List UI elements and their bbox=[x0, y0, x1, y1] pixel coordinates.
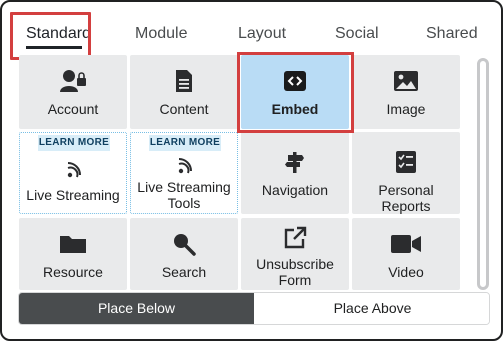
grid-scrollbar[interactable] bbox=[477, 56, 489, 296]
tile-label: Navigation bbox=[261, 182, 329, 198]
tile-label: Search bbox=[161, 264, 207, 280]
tile-label: Resource bbox=[43, 264, 103, 280]
tile-search[interactable]: Search bbox=[130, 218, 238, 290]
scrollbar-thumb[interactable] bbox=[477, 58, 489, 290]
tab-layout[interactable]: Layout bbox=[238, 22, 286, 46]
tile-label: Image bbox=[386, 101, 426, 117]
tile-embed[interactable]: Embed bbox=[241, 55, 349, 129]
tile-label: Unsubscribe Form bbox=[256, 256, 334, 288]
learn-more-badge[interactable]: LEARN MORE bbox=[38, 135, 110, 151]
tile-resource[interactable]: Resource bbox=[19, 218, 127, 290]
account-lock-icon bbox=[19, 69, 127, 93]
tab-module[interactable]: Module bbox=[135, 22, 187, 46]
folder-icon bbox=[19, 232, 127, 256]
live-stream-icon bbox=[20, 157, 126, 181]
tile-navigation[interactable]: Navigation bbox=[241, 132, 349, 214]
checklist-icon bbox=[352, 150, 460, 174]
tab-standard[interactable]: Standard bbox=[26, 22, 91, 46]
tile-label: Content bbox=[159, 101, 209, 117]
tile-personal-reports[interactable]: Personal Reports bbox=[352, 132, 460, 214]
signpost-icon bbox=[241, 150, 349, 174]
tile-label: Video bbox=[388, 264, 424, 280]
search-icon bbox=[130, 232, 238, 256]
tile-live-streaming[interactable]: LEARN MORE Live Streaming bbox=[19, 132, 127, 214]
tile-account[interactable]: Account bbox=[19, 55, 127, 129]
widget-grid[interactable]: Account Content Embed Image LEARN MORE L… bbox=[16, 54, 474, 290]
external-link-icon bbox=[241, 226, 349, 250]
video-camera-icon bbox=[352, 232, 460, 256]
image-icon bbox=[352, 69, 460, 93]
tile-label: Live Streaming bbox=[26, 187, 120, 203]
tile-content[interactable]: Content bbox=[130, 55, 238, 129]
embed-code-icon bbox=[241, 69, 349, 93]
category-tabs: Standard Module Layout Social Shared bbox=[2, 2, 501, 60]
tile-unsubscribe-form[interactable]: Unsubscribe Form bbox=[241, 218, 349, 290]
tab-social[interactable]: Social bbox=[335, 22, 379, 46]
place-above-button[interactable]: Place Above bbox=[254, 293, 489, 324]
tab-shared[interactable]: Shared bbox=[426, 22, 478, 46]
active-tab-underline bbox=[26, 46, 82, 49]
widget-picker-panel: Standard Module Layout Social Shared Acc… bbox=[0, 0, 503, 341]
live-stream-icon bbox=[131, 153, 237, 177]
tile-label: Personal Reports bbox=[378, 182, 434, 214]
document-icon bbox=[130, 69, 238, 93]
tile-label: Embed bbox=[271, 101, 319, 117]
tile-image[interactable]: Image bbox=[352, 55, 460, 129]
tile-label: Account bbox=[47, 101, 99, 117]
tile-video[interactable]: Video bbox=[352, 218, 460, 290]
place-below-button[interactable]: Place Below bbox=[19, 293, 254, 324]
tile-live-streaming-tools[interactable]: LEARN MORE Live Streaming Tools bbox=[130, 132, 238, 214]
learn-more-badge[interactable]: LEARN MORE bbox=[149, 135, 221, 151]
tile-label: Live Streaming Tools bbox=[137, 179, 231, 211]
placement-toggle: Place Below Place Above bbox=[18, 292, 490, 325]
